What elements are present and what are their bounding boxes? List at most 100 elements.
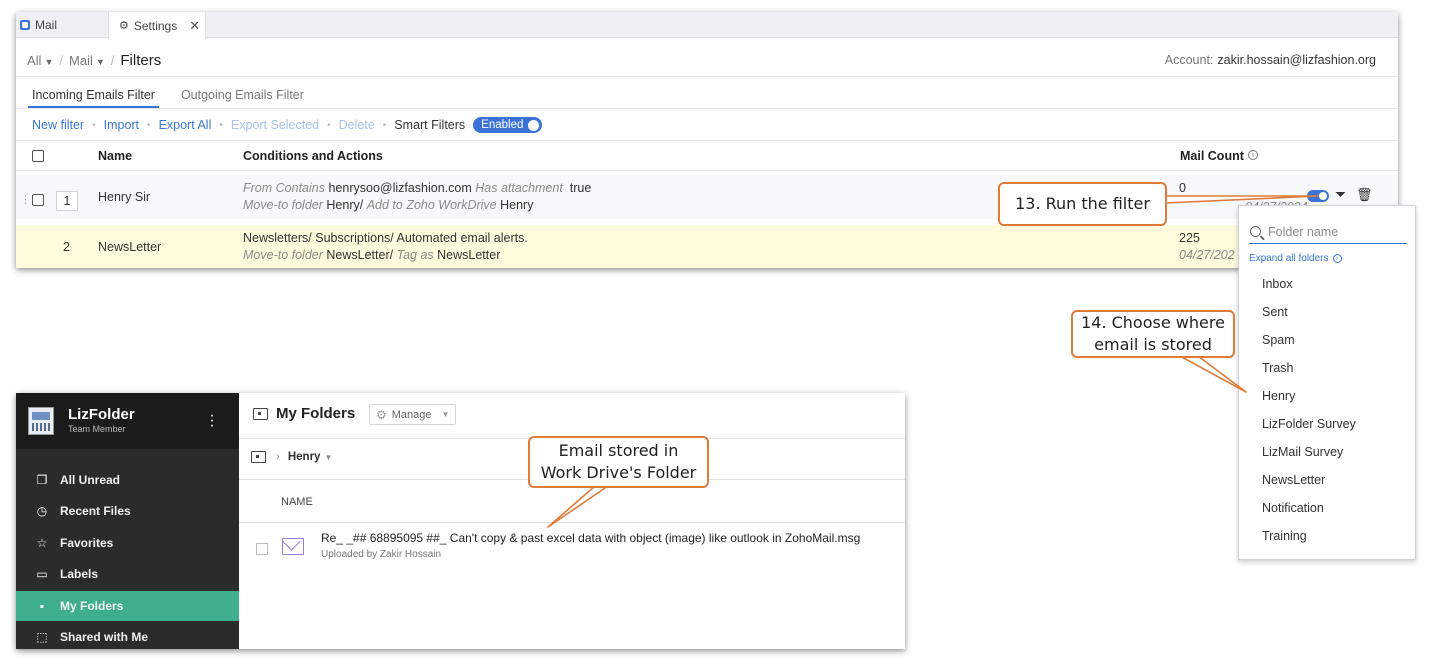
sidebar-item-my-folders[interactable]: ▪ My Folders	[16, 591, 239, 621]
callout-choose-where: 14. Choose where email is stored	[1071, 310, 1235, 358]
folder-search-input[interactable]: Folder name	[1249, 220, 1407, 244]
chevron-down-icon[interactable]: ▼	[324, 453, 332, 462]
table-header: Name Conditions and Actions Mail Count i	[16, 143, 1398, 169]
mail-app-icon	[20, 20, 30, 30]
sidebar-item-all-unread[interactable]: ❐ All Unread	[16, 465, 239, 495]
folder-item-notification[interactable]: Notification	[1262, 501, 1324, 515]
folder-picker-dropdown: Folder name Expand all folders › Inbox S…	[1238, 205, 1416, 560]
mail-settings-window: Mail ⚙ Settings ✕ All ▼ / Mail ▼ / Filters…	[16, 12, 1398, 268]
arrow-choose-where	[1179, 355, 1247, 393]
filter-conditions: From Contains henrysoo@lizfashion.com Ha…	[243, 181, 592, 195]
table-row[interactable]: ⋮⋮ 1 Henry Sir From Contains henrysoo@li…	[16, 175, 1398, 219]
sidebar-item-label: My Folders	[60, 599, 124, 613]
account-email: zakir.hossain@lizfashion.org	[1217, 53, 1376, 67]
filter-toolbar: New filter • Import • Export All • Expor…	[32, 115, 543, 135]
sidebar-item-recent-files[interactable]: ◷ Recent Files	[16, 496, 239, 526]
gear-icon: ⚙	[376, 407, 387, 422]
export-selected-button[interactable]: Export Selected	[231, 118, 319, 132]
chevron-down-icon: ▼	[95, 56, 105, 67]
more-options-icon[interactable]: · · ·	[209, 408, 215, 434]
delete-icon[interactable]: 🗑	[1356, 187, 1373, 203]
export-all-button[interactable]: Export All	[159, 118, 212, 132]
manage-button[interactable]: ⚙ Manage ▼	[369, 404, 457, 425]
info-icon[interactable]: i	[1248, 150, 1258, 160]
mail-count: 225	[1179, 231, 1200, 245]
chevron-right-icon: ›	[276, 451, 280, 463]
breadcrumb: › Henry ▼	[251, 451, 332, 463]
sidebar-item-label: All Unread	[60, 473, 121, 487]
expand-all-folders-link[interactable]: Expand all folders ›	[1249, 253, 1342, 264]
row-number: 1	[56, 191, 78, 211]
folder-item-newsletter[interactable]: NewsLetter	[1262, 473, 1325, 487]
folder-item-henry[interactable]: Henry	[1262, 389, 1295, 403]
filter-conditions: Newsletters/ Subscriptions/ Automated em…	[243, 231, 528, 245]
tab-mail-label: Mail	[35, 18, 58, 32]
team-name[interactable]: LizFolder	[68, 406, 135, 423]
unread-icon: ❐	[36, 473, 48, 487]
folder-icon: ▪	[39, 599, 45, 613]
table-row[interactable]: 2 NewsLetter Newsletters/ Subscriptions/…	[16, 225, 1398, 268]
breadcrumb-henry[interactable]: Henry	[288, 451, 321, 463]
sidebar-item-label: Favorites	[60, 536, 114, 550]
filter-actions: Move-to folder Henry/ Add to Zoho WorkDr…	[243, 198, 534, 212]
file-uploaded-by: Uploaded by Zakir Hossain	[321, 549, 442, 560]
tab-settings[interactable]: ⚙ Settings ✕	[108, 12, 206, 39]
sidebar-item-label: Recent Files	[60, 504, 131, 518]
label-icon: ▭	[36, 567, 48, 581]
column-name[interactable]: NAME	[281, 496, 313, 508]
sidebar-item-labels[interactable]: ▭ Labels	[16, 559, 239, 589]
callout-line: 14. Choose where	[1081, 313, 1225, 333]
page-title-label: My Folders	[276, 405, 356, 422]
folder-item-lizmail-survey[interactable]: LizMail Survey	[1262, 445, 1343, 459]
row-checkbox[interactable]	[32, 194, 44, 206]
folder-item-spam[interactable]: Spam	[1262, 333, 1295, 347]
folder-item-training[interactable]: Training	[1262, 529, 1307, 543]
search-icon	[1250, 226, 1261, 237]
filter-name[interactable]: Henry Sir	[98, 190, 150, 204]
sidebar-item-shared-with-me[interactable]: ⬚ Shared with Me	[16, 622, 239, 649]
page-title: Filters	[120, 51, 162, 69]
expand-all-label: Expand all folders	[1249, 253, 1329, 264]
folder-item-lizfolder-survey[interactable]: LizFolder Survey	[1262, 417, 1356, 431]
smart-filters-label: Smart Filters	[394, 118, 466, 132]
close-icon[interactable]: ✕	[189, 18, 200, 34]
column-mail-count: Mail Count	[1180, 149, 1244, 163]
folder-item-sent[interactable]: Sent	[1262, 305, 1288, 319]
select-all-checkbox[interactable]	[32, 150, 44, 162]
row-number: 2	[63, 240, 70, 254]
toggle-label: Enabled	[481, 119, 524, 131]
breadcrumb-all[interactable]: All ▼	[27, 53, 53, 68]
folder-item-inbox[interactable]: Inbox	[1262, 277, 1293, 291]
column-name: Name	[98, 149, 133, 163]
callout-email-stored: Email stored in Work Drive's Folder	[528, 436, 709, 488]
toggle-knob	[528, 119, 540, 131]
folder-item-trash[interactable]: Trash	[1262, 361, 1294, 375]
workdrive-sidebar: LizFolder Team Member · · · ❐ All Unread ◷…	[16, 393, 239, 649]
smart-filters-toggle[interactable]: Enabled	[473, 117, 543, 133]
file-name[interactable]: Re_ _## 68895095 ##_ Can't copy & past e…	[321, 531, 860, 545]
tab-mail[interactable]: Mail	[16, 12, 108, 38]
column-conditions: Conditions and Actions	[243, 149, 383, 163]
tab-incoming-filter[interactable]: Incoming Emails Filter	[28, 86, 159, 108]
folder-icon[interactable]	[251, 451, 266, 463]
callout-run-filter: 13. Run the filter	[998, 182, 1167, 226]
folder-icon	[253, 407, 268, 420]
chevron-down-icon: ▼	[44, 56, 54, 67]
delete-button[interactable]: Delete	[339, 118, 375, 132]
tab-settings-label: Settings	[133, 18, 178, 33]
tab-outgoing-filter[interactable]: Outgoing Emails Filter	[177, 86, 308, 108]
account-label: Account:	[1164, 53, 1214, 67]
page-title: My Folders	[253, 405, 355, 422]
sidebar-item-label: Shared with Me	[60, 630, 149, 644]
file-checkbox[interactable]	[256, 543, 268, 555]
star-icon: ☆	[36, 536, 48, 550]
sidebar-item-favorites[interactable]: ☆ Favorites	[16, 528, 239, 558]
filter-enable-toggle[interactable]	[1307, 190, 1329, 202]
filter-name[interactable]: NewsLetter	[98, 240, 161, 254]
chevron-right-icon: ›	[1332, 254, 1342, 263]
breadcrumb-mail[interactable]: Mail ▼	[69, 53, 105, 68]
new-filter-button[interactable]: New filter	[32, 118, 84, 132]
mail-count: 0	[1179, 181, 1186, 195]
run-filter-icon[interactable]: ⏷	[1335, 186, 1346, 203]
import-button[interactable]: Import	[104, 118, 139, 132]
